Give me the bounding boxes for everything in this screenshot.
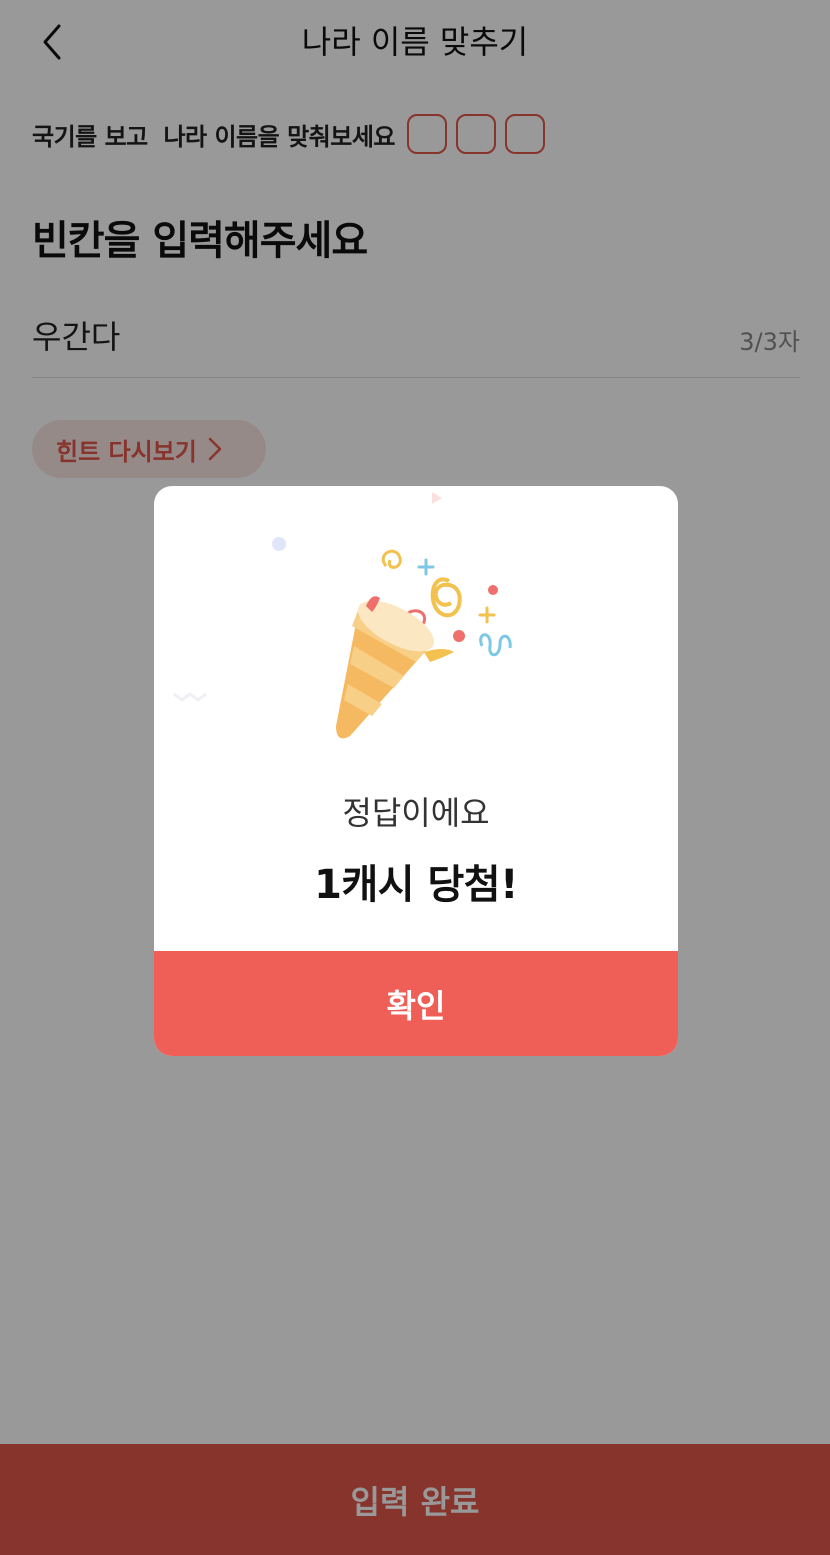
modal-title: 1캐시 당첨! (314, 862, 518, 908)
quiz-screen: 나라 이름 맞추기 국기를 보고 나라 이름을 맞춰보세요 빈칸을 입력해주세요… (0, 0, 830, 1555)
result-modal: 정답이에요 1캐시 당첨! 확인 (154, 486, 678, 1056)
confirm-button[interactable]: 확인 (154, 951, 678, 1056)
modal-subtitle: 정답이에요 (342, 794, 490, 832)
party-popper-icon (173, 492, 512, 739)
confirm-button-label: 확인 (386, 986, 446, 1025)
